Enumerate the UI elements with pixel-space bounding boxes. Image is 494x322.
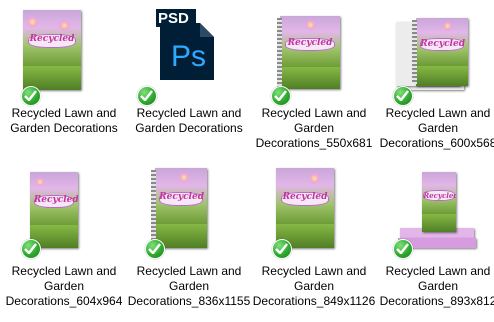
sync-check-icon [21,239,41,259]
file-item[interactable]: Recycled Recycled Lawn and Garden Decora… [250,160,378,310]
cover-title: Recycled [159,192,204,203]
file-thumbnail: Recycled [374,160,494,260]
book-cover-image: Recycled [155,168,207,248]
cover-title: Recycled [33,195,78,206]
file-item[interactable]: Recycled Recycled Lawn and Garden Decora… [374,160,494,310]
file-name: Recycled Lawn and Garden Decorations_849… [252,264,376,308]
book-cover-image: Recycled [23,10,81,90]
file-name: Recycled Lawn and Garden Decorations_550… [255,106,373,150]
cover-title: Recycled [287,38,333,49]
sync-check-icon [272,239,292,259]
sync-check-icon [21,86,41,106]
book-cover-image: Recycled [30,172,78,248]
sync-check-icon [393,239,413,259]
book-cover-image: Recycled [422,172,456,232]
sync-check-icon [271,86,291,106]
file-thumbnail: Recycled [0,160,128,260]
file-item[interactable]: Recycled Recycled Lawn and Garden Decora… [0,2,128,152]
file-item[interactable]: Recycled Recycled Lawn and Garden Decora… [374,2,494,152]
file-thumbnail: Recycled [250,160,378,260]
file-name: Recycled Lawn and Garden Decorations_836… [127,264,251,308]
book-cover-image: Recycled [276,168,334,248]
file-name: Recycled Lawn and Garden Decorations_600… [379,106,494,150]
file-name: Recycled Lawn and Garden Decorations_604… [5,264,123,308]
cover-title: Recycled [420,38,465,49]
psd-tag: PSD [158,10,189,27]
sync-check-icon [393,86,413,106]
book-cover-image: Recycled [416,18,468,86]
file-name: Recycled Lawn and Garden Decorations [10,106,118,135]
cover-title: Recycled [423,191,456,201]
file-item[interactable]: Recycled Recycled Lawn and Garden Decora… [0,160,128,310]
cover-title: Recycled [29,34,75,45]
file-thumbnail: Recycled [125,160,253,260]
file-thumbnail: PSD Ps [125,2,253,106]
file-item[interactable]: Recycled Recycled Lawn and Garden Decora… [250,2,378,152]
file-name: Recycled Lawn and Garden Decorations_893… [379,264,494,308]
sync-check-icon [137,86,157,106]
file-name: Recycled Lawn and Garden Decorations [135,106,243,135]
file-thumbnail: Recycled [0,2,128,106]
sync-check-icon [145,239,165,259]
cover-title: Recycled [282,192,328,203]
file-thumbnail: Recycled [250,2,378,106]
book-cover-image: Recycled [280,16,340,89]
file-grid: Recycled Recycled Lawn and Garden Decora… [0,0,494,322]
file-item[interactable]: Recycled Recycled Lawn and Garden Decora… [125,160,253,310]
photoshop-logo-icon: Ps [171,40,207,73]
file-item[interactable]: PSD Ps Recycled Lawn and Garden Decorati… [125,2,253,152]
file-thumbnail: Recycled [374,2,494,106]
